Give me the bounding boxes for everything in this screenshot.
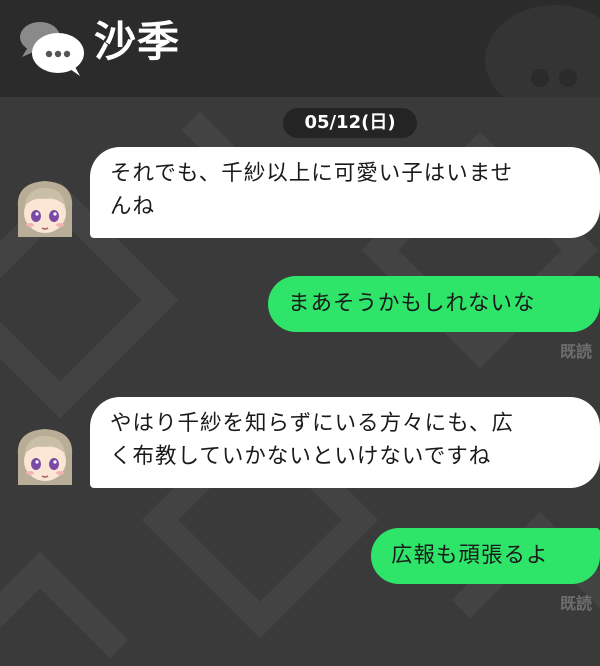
message-line: 広報も頑張るよ (391, 543, 549, 568)
message-line: んね (110, 194, 156, 219)
date-separator: 05/12(日) (283, 108, 417, 138)
avatar-girl-icon[interactable] (12, 425, 78, 487)
message-bubble-outgoing[interactable]: まあそうかもしれないな (268, 276, 600, 332)
avatar-girl-icon[interactable] (12, 177, 78, 239)
read-receipt: 既読 (560, 342, 593, 361)
chat-title: 沙季 (94, 17, 181, 66)
message-bubble-incoming[interactable]: それでも、千紗以上に可愛い子はいませ んね (90, 147, 600, 238)
header-decoration-icon (485, 5, 600, 97)
message-line: く布教していかないといけないですね (110, 444, 492, 469)
message-bubble-outgoing[interactable]: 広報も頑張るよ (371, 528, 600, 584)
message-bubble-incoming[interactable]: やはり千紗を知らずにいる方々にも、広 く布教していかないといけないですね (90, 397, 600, 488)
chat-bubble-icon (20, 22, 84, 76)
message-line: まあそうかもしれないな (288, 291, 536, 316)
message-line: それでも、千紗以上に可愛い子はいませ (110, 161, 514, 186)
message-line: やはり千紗を知らずにいる方々にも、広 (110, 411, 514, 436)
read-receipt: 既読 (560, 594, 593, 613)
chat-header: 沙季 (0, 0, 600, 97)
